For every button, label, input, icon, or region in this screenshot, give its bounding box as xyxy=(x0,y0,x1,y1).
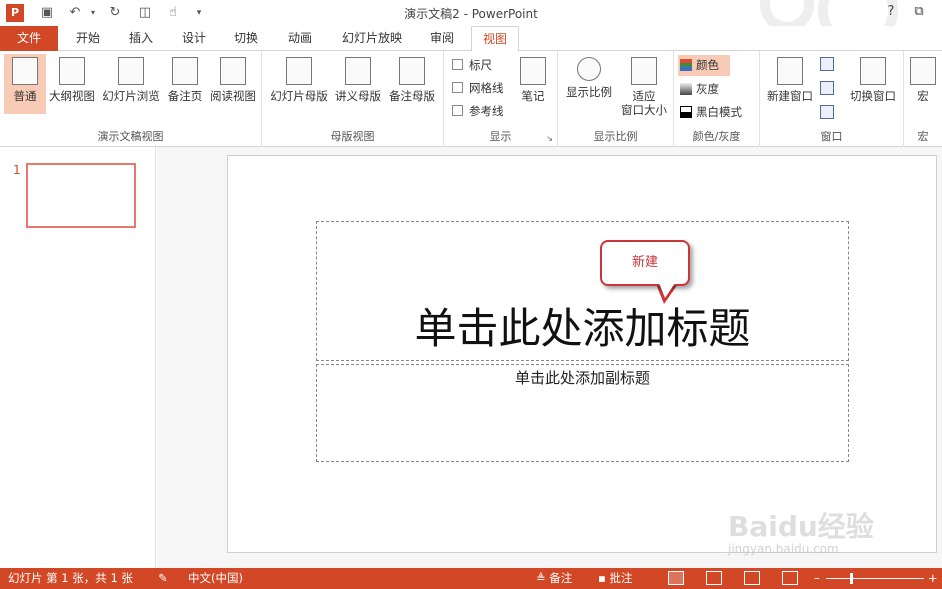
notes-page-button[interactable]: 备注页 xyxy=(164,54,206,114)
tab-design[interactable]: 设计 xyxy=(170,26,218,51)
notes-toggle[interactable]: ≜ 备注 xyxy=(536,568,572,589)
normal-view-icon xyxy=(12,57,38,85)
baidu-watermark-url: jingyan.baidu.com xyxy=(728,542,839,556)
slide-master-icon xyxy=(286,57,312,85)
callout-shape[interactable]: 新建 xyxy=(600,240,690,286)
notes-master-button[interactable]: 备注母版 xyxy=(386,54,438,114)
restore-ribbon-icon[interactable]: ⧉ xyxy=(910,4,928,19)
fit-to-window-button[interactable]: 适应 窗口大小 xyxy=(618,54,670,117)
notes-icon xyxy=(520,57,546,85)
magnifier-icon xyxy=(577,57,601,81)
handout-master-button[interactable]: 讲义母版 xyxy=(332,54,384,114)
color-swatch-icon xyxy=(680,59,692,71)
zoom-out-icon[interactable]: – xyxy=(814,568,820,589)
ribbon: 普通 大纲视图 幻灯片浏览 备注页 阅读视图 演示文稿视图 幻灯片母版 讲义母版 xyxy=(0,51,942,147)
slide-sorter-icon xyxy=(118,57,144,85)
subtitle-placeholder[interactable]: 单击此处添加副标题 xyxy=(316,364,849,462)
zoom-in-icon[interactable]: + xyxy=(928,568,938,589)
tab-transitions[interactable]: 切换 xyxy=(222,26,270,51)
ruler-checkbox[interactable]: 标尺 xyxy=(452,55,492,75)
new-window-icon xyxy=(777,57,803,85)
normal-view-button[interactable]: 普通 xyxy=(4,54,46,114)
guides-checkbox[interactable]: 参考线 xyxy=(452,101,504,121)
language-status[interactable]: 中文(中国) xyxy=(188,568,243,589)
grayscale-mode-button[interactable]: 灰度 xyxy=(678,79,730,100)
notes-page-icon xyxy=(172,57,198,85)
zoom-slider-track[interactable] xyxy=(826,578,924,579)
window-title: 演示文稿2 - PowerPoint xyxy=(404,7,538,21)
ribbon-tabs: 文件 开始 插入 设计 切换 动画 幻灯片放映 审阅 视图 xyxy=(0,26,942,52)
slide-number: 1 xyxy=(13,163,21,177)
tab-view[interactable]: 视图 xyxy=(471,26,519,52)
reading-view-icon xyxy=(220,57,246,85)
dialog-launcher-icon[interactable]: ↘ xyxy=(546,134,553,143)
black-white-mode-button[interactable]: 黑白模式 xyxy=(678,102,754,123)
group-label: 显示比例 xyxy=(593,130,638,143)
normal-view-status-icon[interactable] xyxy=(668,571,684,585)
slideshow-status-icon[interactable] xyxy=(782,571,798,585)
notes-button[interactable]: 笔记 xyxy=(514,54,552,114)
grayscale-swatch-icon xyxy=(680,83,692,95)
status-bar: 幻灯片 第 1 张，共 1 张 ✎ 中文(中国) ≜ 备注 ▪ 批注 – + xyxy=(0,568,942,589)
group-window: 新建窗口 切换窗口 窗口 xyxy=(760,51,904,147)
outline-view-button[interactable]: 大纲视图 xyxy=(47,54,97,114)
color-mode-button[interactable]: 颜色 xyxy=(678,55,730,76)
move-split-icon[interactable] xyxy=(820,105,834,119)
switch-window-button[interactable]: 切换窗口 xyxy=(846,54,900,114)
handout-master-icon xyxy=(345,57,371,85)
tab-home[interactable]: 开始 xyxy=(64,26,112,51)
slide-master-button[interactable]: 幻灯片母版 xyxy=(268,54,330,114)
group-master-views: 幻灯片母版 讲义母版 备注母版 母版视图 xyxy=(262,51,444,147)
group-presentation-views: 普通 大纲视图 幻灯片浏览 备注页 阅读视图 演示文稿视图 xyxy=(0,51,262,147)
notes-toggle-icon: ≜ xyxy=(536,571,550,585)
comments-toggle[interactable]: ▪ 批注 xyxy=(598,568,632,589)
title-placeholder-text: 单击此处添加标题 xyxy=(414,304,751,353)
slide-thumbnail[interactable] xyxy=(26,163,136,228)
black-white-swatch-icon xyxy=(680,106,692,118)
spell-check-icon[interactable]: ✎ xyxy=(158,568,168,589)
group-label: 演示文稿视图 xyxy=(97,130,164,143)
help-button[interactable]: ? xyxy=(882,4,900,19)
tab-file[interactable]: 文件 xyxy=(0,26,58,51)
group-show: 标尺 网格线 参考线 笔记 显示 ↘ xyxy=(444,51,558,147)
title-bar: P ▣ ↶ ▾ ↻ ◫ ☝ ▾ 演示文稿2 - PowerPoint ? ⧉ xyxy=(0,0,942,50)
group-color-grayscale: 颜色 灰度 黑白模式 颜色/灰度 xyxy=(674,51,760,147)
comments-toggle-icon: ▪ xyxy=(598,571,610,585)
slide-canvas[interactable]: 单击此处添加标题 单击此处添加副标题 新建 xyxy=(227,155,937,553)
callout-tail-inner xyxy=(659,283,675,298)
group-zoom: 显示比例 适应 窗口大小 显示比例 xyxy=(558,51,674,147)
fit-to-window-icon xyxy=(631,57,657,85)
tab-slideshow[interactable]: 幻灯片放映 xyxy=(330,26,414,51)
tab-review[interactable]: 审阅 xyxy=(418,26,466,51)
group-macros: 宏 宏 xyxy=(904,51,942,147)
arrange-all-icon[interactable] xyxy=(820,57,834,71)
notes-master-icon xyxy=(399,57,425,85)
title-placeholder[interactable]: 单击此处添加标题 xyxy=(316,221,849,361)
tab-insert[interactable]: 插入 xyxy=(116,26,166,51)
zoom-button[interactable]: 显示比例 xyxy=(562,54,616,114)
group-label: 宏 xyxy=(917,130,929,143)
slides-thumbnail-pane: 1 xyxy=(0,147,156,568)
baidu-watermark: Baidu经验 xyxy=(728,510,874,543)
group-label: 显示 xyxy=(489,130,512,143)
slide-sorter-status-icon[interactable] xyxy=(706,571,722,585)
macros-button[interactable]: 宏 xyxy=(906,54,940,114)
slide-sorter-button[interactable]: 幻灯片浏览 xyxy=(100,54,162,114)
reading-view-status-icon[interactable] xyxy=(744,571,760,585)
group-label: 母版视图 xyxy=(330,130,375,143)
zoom-slider-thumb[interactable] xyxy=(850,573,853,584)
macros-icon xyxy=(910,57,936,85)
cascade-icon[interactable] xyxy=(820,81,834,95)
subtitle-placeholder-text: 单击此处添加副标题 xyxy=(514,369,650,387)
new-window-button[interactable]: 新建窗口 xyxy=(764,54,816,114)
tab-animations[interactable]: 动画 xyxy=(274,26,326,51)
switch-window-icon xyxy=(860,57,886,85)
group-label: 窗口 xyxy=(820,130,843,143)
slide-count-status: 幻灯片 第 1 张，共 1 张 xyxy=(8,571,133,585)
gridlines-checkbox[interactable]: 网格线 xyxy=(452,78,504,98)
group-label: 颜色/灰度 xyxy=(692,130,741,143)
reading-view-button[interactable]: 阅读视图 xyxy=(208,54,258,114)
outline-view-icon xyxy=(59,57,85,85)
